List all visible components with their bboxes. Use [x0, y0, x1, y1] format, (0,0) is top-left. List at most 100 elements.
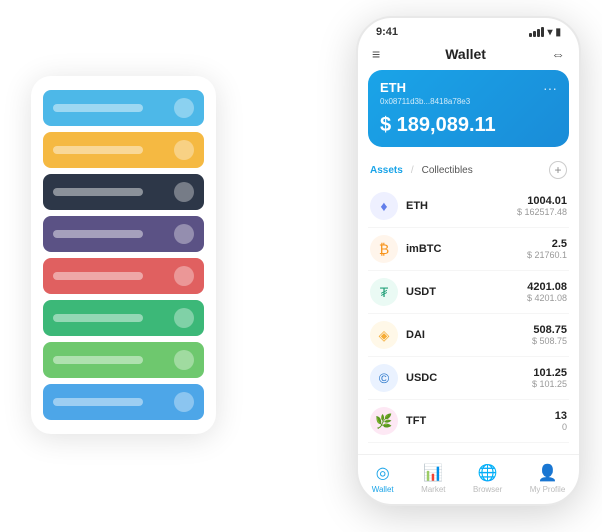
card-item-label — [53, 188, 143, 196]
asset-usd-tft: 0 — [555, 422, 567, 432]
asset-item[interactable]: ♦ ETH 1004.01$ 162517.48 — [368, 185, 569, 228]
card-item[interactable] — [43, 132, 204, 168]
nav-header: ≡ Wallet ⇔ — [358, 42, 579, 70]
card-stack — [31, 76, 216, 434]
signal-bar-3 — [537, 29, 540, 37]
nav-item-browser[interactable]: 🌐Browser — [473, 463, 502, 494]
nav-item-wallet[interactable]: ◎ Wallet — [372, 463, 394, 494]
time-display: 9:41 — [376, 26, 398, 38]
battery-icon: ▮ — [555, 27, 561, 38]
asset-amount-tft: 13 — [555, 410, 567, 422]
card-item-label — [53, 230, 143, 238]
asset-right: 508.75$ 508.75 — [532, 324, 567, 346]
asset-right: 4201.08$ 4201.08 — [527, 281, 567, 303]
asset-name-usdc: USDC — [406, 372, 437, 384]
signal-bar-1 — [529, 33, 532, 37]
asset-left: ₮ USDT — [370, 278, 436, 306]
card-item[interactable] — [43, 342, 204, 378]
eth-balance-value: $ 189,089.11 — [380, 114, 496, 136]
assets-tabs: Assets / Collectibles — [370, 165, 473, 176]
asset-icon-tft: 🌿 — [370, 407, 398, 435]
scene: 9:41 ▾ ▮ ≡ Wallet ⇔ ETH 0x08711d3b...841… — [21, 16, 581, 516]
eth-card-address: 0x08711d3b...8418a78e3 — [380, 97, 557, 106]
asset-amount-eth: 1004.01 — [517, 195, 567, 207]
assets-header: Assets / Collectibles + — [358, 157, 579, 185]
asset-usd-imbtc: $ 21760.1 — [527, 250, 567, 260]
status-bar: 9:41 ▾ ▮ — [358, 18, 579, 42]
card-item-icon — [174, 140, 194, 160]
signal-bar-4 — [541, 27, 544, 37]
nav-icon-market: 📊 — [423, 463, 443, 483]
card-item-icon — [174, 308, 194, 328]
asset-icon-usdc: © — [370, 364, 398, 392]
tab-collectibles[interactable]: Collectibles — [422, 165, 473, 176]
asset-right: 130 — [555, 410, 567, 432]
asset-item[interactable]: ◈ DAI 508.75$ 508.75 — [368, 314, 569, 357]
asset-icon-dai: ◈ — [370, 321, 398, 349]
asset-left: ◈ DAI — [370, 321, 425, 349]
asset-item[interactable]: 🌿 TFT 130 — [368, 400, 569, 443]
nav-label-my-profile: My Profile — [530, 485, 566, 494]
nav-icon-my-profile: 👤 — [538, 463, 558, 483]
signal-bar-2 — [533, 31, 536, 37]
bottom-nav: ◎ Wallet 📊 Market 🌐Browser 👤 My Profile — [358, 454, 579, 504]
card-item-label — [53, 356, 143, 364]
card-item-icon — [174, 182, 194, 202]
page-title: Wallet — [445, 46, 486, 62]
tab-assets[interactable]: Assets — [370, 165, 403, 176]
nav-item-market[interactable]: 📊 Market — [421, 463, 445, 494]
asset-amount-usdt: 4201.08 — [527, 281, 567, 293]
asset-left: © USDC — [370, 364, 437, 392]
card-item[interactable] — [43, 258, 204, 294]
asset-name-dai: DAI — [406, 329, 425, 341]
card-item[interactable] — [43, 216, 204, 252]
expand-icon[interactable]: ⇔ — [551, 46, 565, 62]
asset-right: 2.5$ 21760.1 — [527, 238, 567, 260]
asset-amount-imbtc: 2.5 — [527, 238, 567, 250]
card-item[interactable] — [43, 384, 204, 420]
asset-icon-usdt: ₮ — [370, 278, 398, 306]
card-item-icon — [174, 266, 194, 286]
asset-usd-usdc: $ 101.25 — [532, 379, 567, 389]
card-item[interactable] — [43, 300, 204, 336]
eth-card-title: ETH — [380, 80, 557, 95]
eth-card-balance: $ 189,089.11 — [380, 114, 557, 137]
asset-item[interactable]: ₿imBTC2.5$ 21760.1 — [368, 228, 569, 271]
asset-usd-dai: $ 508.75 — [532, 336, 567, 346]
asset-name-usdt: USDT — [406, 286, 436, 298]
nav-label-market: Market — [421, 485, 445, 494]
status-icons: ▾ ▮ — [529, 27, 561, 38]
asset-name-tft: TFT — [406, 415, 426, 427]
asset-item[interactable]: ₮ USDT 4201.08$ 4201.08 — [368, 271, 569, 314]
add-asset-button[interactable]: + — [549, 161, 567, 179]
card-item[interactable] — [43, 90, 204, 126]
wifi-icon: ▾ — [547, 27, 552, 38]
asset-icon-eth: ♦ — [370, 192, 398, 220]
card-item-icon — [174, 224, 194, 244]
card-item-icon — [174, 392, 194, 412]
asset-usd-eth: $ 162517.48 — [517, 207, 567, 217]
asset-name-eth: ETH — [406, 200, 428, 212]
phone: 9:41 ▾ ▮ ≡ Wallet ⇔ ETH 0x08711d3b...841… — [356, 16, 581, 506]
nav-item-my-profile[interactable]: 👤 My Profile — [530, 463, 566, 494]
card-item-icon — [174, 98, 194, 118]
asset-right: 1004.01$ 162517.48 — [517, 195, 567, 217]
nav-label-wallet: Wallet — [372, 485, 394, 494]
card-item-label — [53, 104, 143, 112]
eth-card[interactable]: ETH 0x08711d3b...8418a78e3 $ 189,089.11 … — [368, 70, 569, 147]
card-item-label — [53, 146, 143, 154]
asset-list: ♦ETH1004.01$ 162517.48₿imBTC2.5$ 21760.1… — [358, 185, 579, 454]
more-icon[interactable]: ··· — [543, 80, 557, 96]
asset-left: ♦ ETH — [370, 192, 428, 220]
menu-icon[interactable]: ≡ — [372, 46, 380, 62]
nav-icon-wallet: ◎ — [376, 463, 390, 483]
assets-divider: / — [411, 165, 414, 176]
card-item[interactable] — [43, 174, 204, 210]
asset-amount-usdc: 101.25 — [532, 367, 567, 379]
asset-name-imbtc: imBTC — [406, 243, 441, 255]
asset-item[interactable]: © USDC 101.25$ 101.25 — [368, 357, 569, 400]
card-item-icon — [174, 350, 194, 370]
asset-right: 101.25$ 101.25 — [532, 367, 567, 389]
nav-icon-browser: 🌐 — [478, 463, 498, 483]
asset-amount-dai: 508.75 — [532, 324, 567, 336]
